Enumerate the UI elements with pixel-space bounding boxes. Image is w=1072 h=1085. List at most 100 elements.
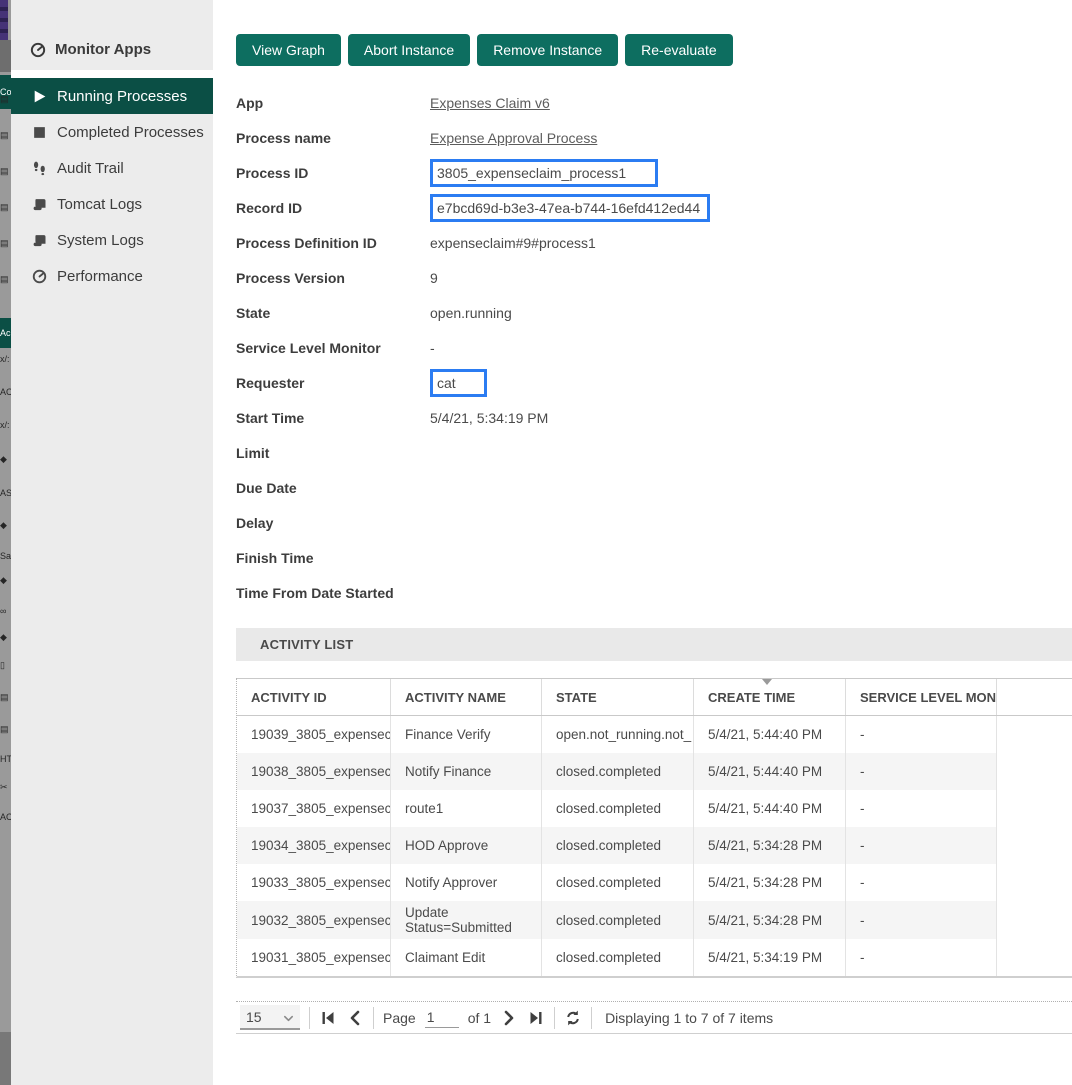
chevron-down-icon bbox=[283, 1011, 294, 1022]
cell-created: 5/4/21, 5:34:28 PM bbox=[694, 827, 846, 864]
process-detail-panel: View GraphAbort InstanceRemove InstanceR… bbox=[236, 0, 1072, 1085]
cell-id: 19033_3805_expensec bbox=[237, 864, 391, 901]
scroll-icon bbox=[32, 197, 47, 212]
first-page-icon[interactable] bbox=[319, 1009, 337, 1027]
activity-list-title: ACTIVITY LIST bbox=[260, 637, 353, 652]
play-icon bbox=[32, 89, 47, 104]
cell-slm: - bbox=[846, 790, 997, 827]
column-header-label: SERVICE LEVEL MONITOR bbox=[860, 690, 997, 705]
detail-label: Service Level Monitor bbox=[236, 340, 430, 356]
column-header-activity-id[interactable]: ACTIVITY ID bbox=[237, 679, 391, 715]
page-size-select[interactable]: 15 bbox=[240, 1005, 300, 1030]
divider bbox=[554, 1007, 555, 1029]
background-window-strip: Co▤▤▤▤▤▤Acx/:ACx/:◆AS◆Sa◆∞◆▯▤▤HT✂AC bbox=[0, 0, 11, 1085]
stop-icon bbox=[32, 125, 47, 140]
detail-row: Due Date bbox=[236, 470, 1072, 505]
column-header-service-level-monitor[interactable]: SERVICE LEVEL MONITOR bbox=[846, 679, 997, 715]
detail-label: Process name bbox=[236, 130, 430, 146]
cell-state: closed.completed bbox=[542, 939, 694, 976]
cell-state: open.not_running.not_ bbox=[542, 716, 694, 753]
cell-name: Claimant Edit bbox=[391, 939, 542, 976]
activity-list-header: ACTIVITY LIST bbox=[236, 628, 1072, 661]
cell-id: 19038_3805_expensec bbox=[237, 753, 391, 790]
strip-fragment: AC bbox=[0, 810, 11, 824]
table-row[interactable]: 19033_3805_expensecNotify Approverclosed… bbox=[237, 864, 1072, 901]
page-of-label: of 1 bbox=[468, 1010, 491, 1026]
cell-state: closed.completed bbox=[542, 790, 694, 827]
cell-state: closed.completed bbox=[542, 827, 694, 864]
column-header-label: ACTIVITY ID bbox=[251, 690, 327, 705]
cell-empty bbox=[997, 790, 1072, 827]
divider bbox=[591, 1007, 592, 1029]
detail-label: Process Version bbox=[236, 270, 430, 286]
table-row[interactable]: 19034_3805_expensecHOD Approveclosed.com… bbox=[237, 827, 1072, 864]
refresh-icon[interactable] bbox=[564, 1009, 582, 1027]
next-page-icon[interactable] bbox=[500, 1009, 518, 1027]
detail-label: State bbox=[236, 305, 430, 321]
table-row[interactable]: 19038_3805_expensecNotify Financeclosed.… bbox=[237, 753, 1072, 790]
strip-fragment: Sa bbox=[0, 549, 11, 563]
table-row[interactable]: 19039_3805_expensecFinance Verifyopen.no… bbox=[237, 716, 1072, 753]
detail-label: App bbox=[236, 95, 430, 111]
last-page-icon[interactable] bbox=[527, 1009, 545, 1027]
strip-fragment: ◆ bbox=[0, 518, 11, 532]
cell-name: route1 bbox=[391, 790, 542, 827]
strip-fragment: ▤ bbox=[0, 200, 11, 214]
column-header-label: CREATE TIME bbox=[708, 690, 795, 705]
cell-slm: - bbox=[846, 716, 997, 753]
scroll-icon bbox=[32, 233, 47, 248]
cell-empty bbox=[997, 827, 1072, 864]
cell-empty bbox=[997, 716, 1072, 753]
sidebar-item-tomcat-logs[interactable]: Tomcat Logs bbox=[11, 186, 213, 222]
view-graph-button[interactable]: View Graph bbox=[236, 34, 341, 66]
strip-fragment: ◆ bbox=[0, 630, 11, 644]
cell-id: 19039_3805_expensec bbox=[237, 716, 391, 753]
monitor-sidebar: Monitor Apps Running ProcessesCompleted … bbox=[11, 0, 213, 1085]
sidebar-item-completed-processes[interactable]: Completed Processes bbox=[11, 114, 213, 150]
detail-label: Process ID bbox=[236, 165, 430, 181]
strip-fragment: ▤ bbox=[0, 272, 11, 286]
sidebar-item-running-processes[interactable]: Running Processes bbox=[11, 78, 213, 114]
column-header-activity-name[interactable]: ACTIVITY NAME bbox=[391, 679, 542, 715]
previous-page-icon[interactable] bbox=[346, 1009, 364, 1027]
cell-id: 19034_3805_expensec bbox=[237, 827, 391, 864]
sidebar-item-audit-trail[interactable]: Audit Trail bbox=[11, 150, 213, 186]
strip-fragment: x/: bbox=[0, 418, 11, 432]
strip-fragment: ▤ bbox=[0, 690, 11, 704]
sidebar-item-label: Performance bbox=[57, 268, 143, 285]
strip-fragment: ▤ bbox=[0, 128, 11, 142]
table-row[interactable]: 19037_3805_expensecroute1closed.complete… bbox=[237, 790, 1072, 827]
sort-descending-icon bbox=[762, 679, 772, 685]
remove-instance-button[interactable]: Remove Instance bbox=[477, 34, 618, 66]
column-header-state[interactable]: STATE bbox=[542, 679, 694, 715]
table-row[interactable]: 19031_3805_expensecClaimant Editclosed.c… bbox=[237, 939, 1072, 976]
detail-value: open.running bbox=[430, 305, 512, 321]
column-header-create-time[interactable]: CREATE TIME bbox=[694, 679, 846, 715]
page-number-input[interactable] bbox=[425, 1007, 459, 1028]
sidebar-item-performance[interactable]: Performance bbox=[11, 258, 213, 294]
sidebar-title-label: Monitor Apps bbox=[55, 41, 151, 58]
detail-value[interactable]: Expense Approval Process bbox=[430, 130, 597, 146]
cell-slm: - bbox=[846, 864, 997, 901]
table-row[interactable]: 19032_3805_expensecUpdate Status=Submitt… bbox=[237, 901, 1072, 939]
detail-value-highlighted: cat bbox=[430, 369, 487, 397]
process-details: AppExpenses Claim v6 Process nameExpense … bbox=[236, 85, 1072, 610]
re-evaluate-button[interactable]: Re-evaluate bbox=[625, 34, 733, 66]
sidebar-item-label: Tomcat Logs bbox=[57, 196, 142, 213]
divider bbox=[373, 1007, 374, 1029]
cell-slm: - bbox=[846, 753, 997, 790]
strip-fragment: ▤ bbox=[0, 722, 11, 736]
detail-label: Record ID bbox=[236, 200, 430, 216]
detail-row: Process nameExpense Approval Process bbox=[236, 120, 1072, 155]
sidebar-item-system-logs[interactable]: System Logs bbox=[11, 222, 213, 258]
column-header-label: STATE bbox=[556, 690, 597, 705]
abort-instance-button[interactable]: Abort Instance bbox=[348, 34, 470, 66]
detail-label: Finish Time bbox=[236, 550, 430, 566]
cell-name: Notify Approver bbox=[391, 864, 542, 901]
strip-fragment: ▤ bbox=[0, 164, 11, 178]
pagination-status: Displaying 1 to 7 of 7 items bbox=[605, 1010, 773, 1026]
detail-row: Limit bbox=[236, 435, 1072, 470]
detail-value[interactable]: Expenses Claim v6 bbox=[430, 95, 550, 111]
cell-name: Finance Verify bbox=[391, 716, 542, 753]
strip-fragment: Ac bbox=[0, 318, 11, 348]
